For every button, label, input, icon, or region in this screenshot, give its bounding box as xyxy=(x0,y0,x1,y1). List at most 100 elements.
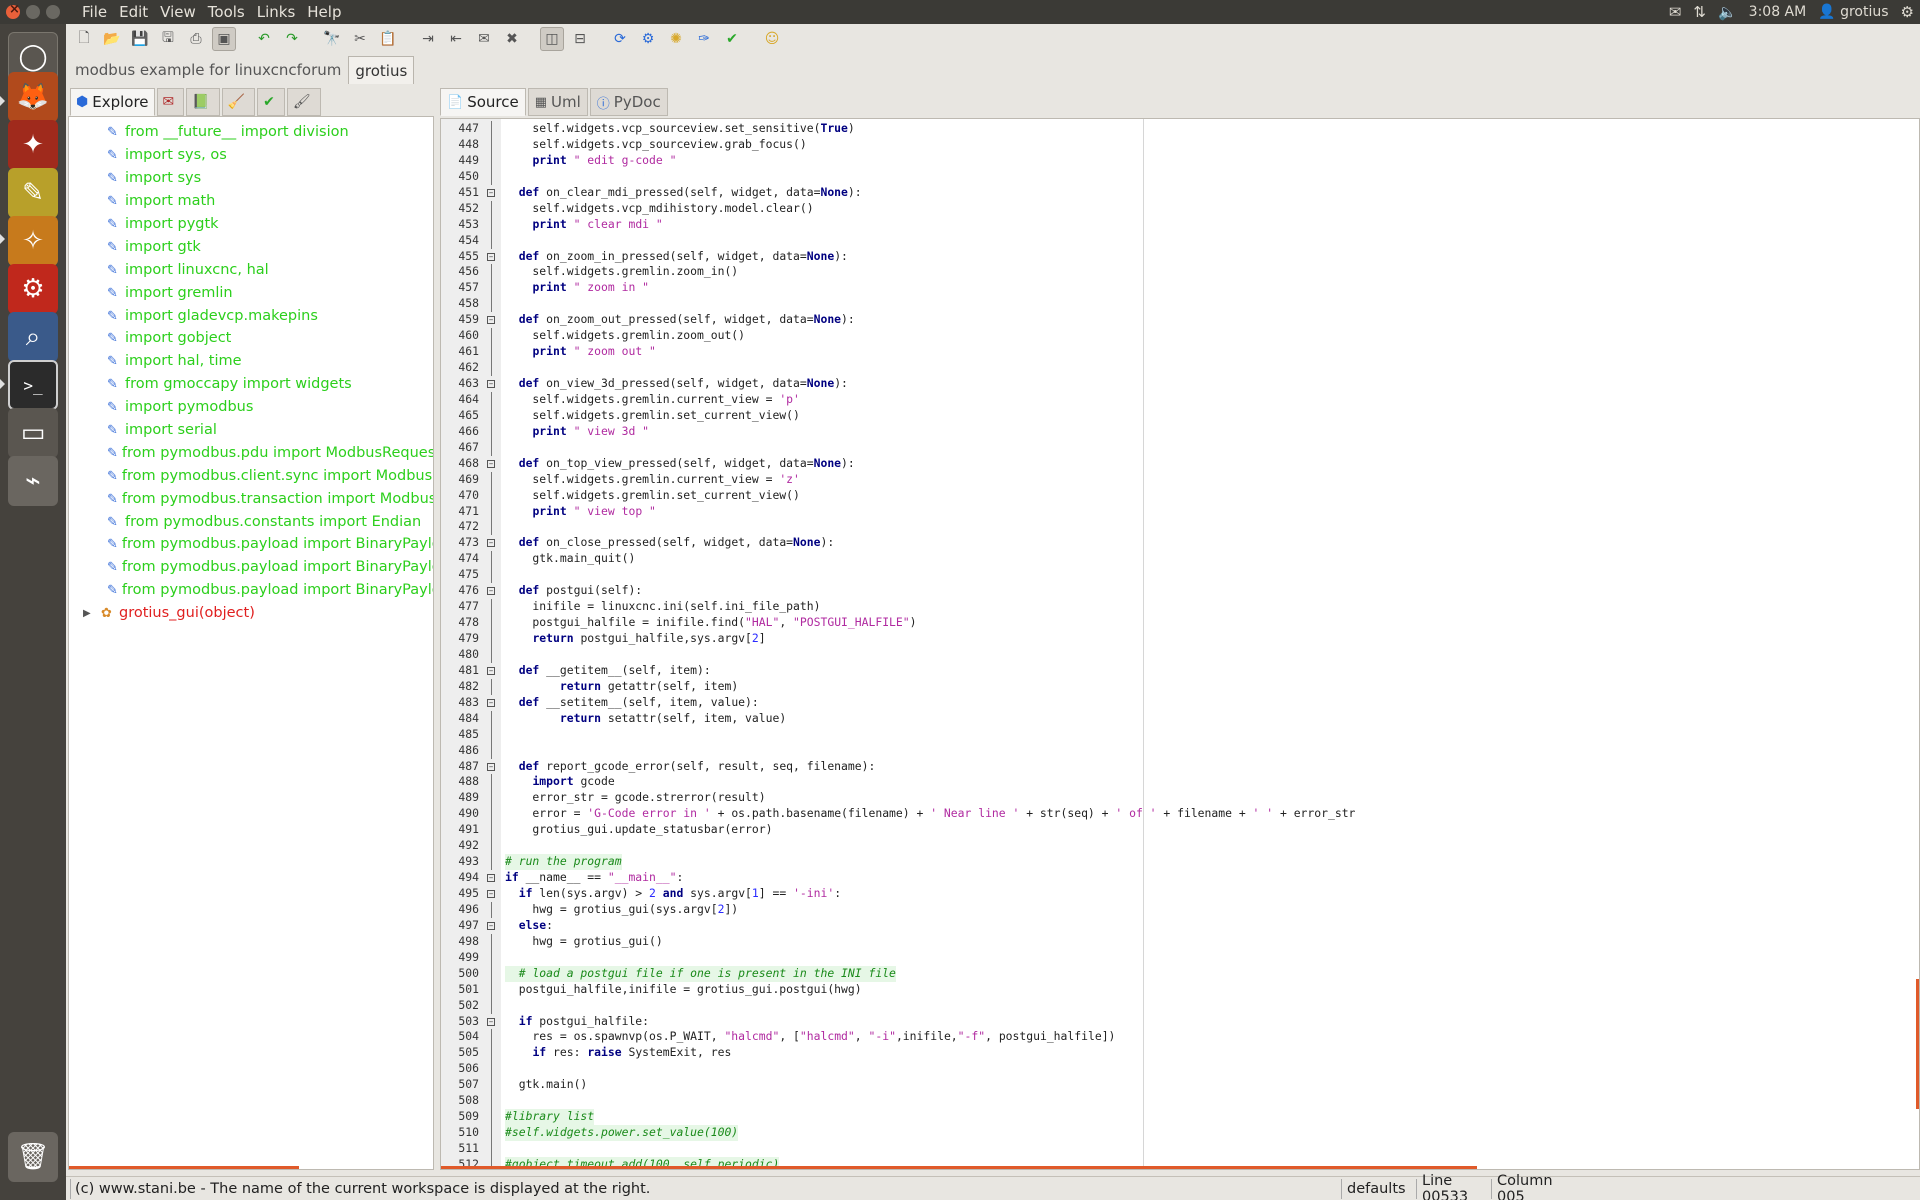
tree-item-class[interactable]: ▶ ✿ grotius_gui(object) xyxy=(69,602,433,625)
code-line[interactable]: 456 self.widgets.gremlin.zoom_in() xyxy=(441,264,1919,281)
tab-uml[interactable]: ▦ Uml xyxy=(527,88,588,116)
app-icon-5[interactable]: ⚙ xyxy=(8,264,58,314)
workspace-tab-modbus[interactable]: modbus example for linuxcncforum xyxy=(68,56,348,84)
tree-item-import[interactable]: ✎ from pymodbus.payload import BinaryPayl… xyxy=(69,579,433,602)
tree-item-import[interactable]: ✎ from pymodbus.payload import BinaryPayl… xyxy=(69,556,433,579)
fold-toggle-icon[interactable]: − xyxy=(487,762,495,771)
code-line[interactable]: 503− if postgui_halfile: xyxy=(441,1014,1919,1030)
expand-arrow-icon[interactable]: ▶ xyxy=(83,608,101,619)
code-line[interactable]: 504 res = os.spawnvp(os.P_WAIT, "halcmd"… xyxy=(441,1029,1919,1046)
tree-item-import[interactable]: ✎ import pymodbus xyxy=(69,396,433,419)
code-line[interactable]: 506 xyxy=(441,1061,1919,1078)
code-line[interactable]: 474 gtk.main_quit() xyxy=(441,551,1919,568)
tree-item-import[interactable]: ✎ from gmoccapy import widgets xyxy=(69,373,433,396)
code-line[interactable]: 461 print " zoom out " xyxy=(441,344,1919,361)
tab-notes[interactable]: ✉ xyxy=(156,88,185,116)
check-source-icon[interactable]: 📋 xyxy=(376,27,400,51)
network-icon[interactable]: ⇅ xyxy=(1693,3,1706,21)
menu-file[interactable]: File xyxy=(76,3,113,21)
print-icon[interactable]: ⎙ xyxy=(184,27,208,51)
code-line[interactable]: 511 xyxy=(441,1141,1919,1157)
code-line[interactable]: 497− else: xyxy=(441,918,1919,934)
code-line[interactable]: 499 xyxy=(441,949,1919,966)
uncomment-icon[interactable]: ✖ xyxy=(500,27,524,51)
fold-toggle-icon[interactable]: − xyxy=(487,921,495,930)
code-line[interactable]: 449 print " edit g-code " xyxy=(441,152,1919,169)
code-line[interactable]: 482 return getattr(self, item) xyxy=(441,678,1919,695)
run-icon[interactable]: ⚙ xyxy=(636,27,660,51)
code-line[interactable]: 464 self.widgets.gremlin.current_view = … xyxy=(441,391,1919,408)
code-line[interactable]: 486 xyxy=(441,742,1919,759)
app-icon-8[interactable]: ▭ xyxy=(8,408,58,458)
fold-toggle-icon[interactable]: − xyxy=(487,1017,495,1026)
tree-item-import[interactable]: ✎ import gtk xyxy=(69,235,433,258)
horizontal-scrollbar[interactable] xyxy=(69,1166,299,1169)
code-line[interactable]: 492 xyxy=(441,838,1919,855)
code-line[interactable]: 469 self.widgets.gremlin.current_view = … xyxy=(441,471,1919,488)
usb-icon[interactable]: ⌁ xyxy=(8,456,58,506)
window-close-button[interactable] xyxy=(6,2,20,19)
tree-item-import[interactable]: ✎ import serial xyxy=(69,419,433,442)
workspace-tab-grotius[interactable]: grotius xyxy=(348,56,415,84)
trash-icon[interactable]: 🗑 xyxy=(8,1132,58,1182)
code-line[interactable]: 462 xyxy=(441,360,1919,376)
code-line[interactable]: 478 postgui_halfile = inifile.find("HAL"… xyxy=(441,615,1919,631)
redo-icon[interactable]: ↷ xyxy=(280,27,304,51)
tab-index[interactable]: 📗 xyxy=(186,88,220,116)
tree-item-import[interactable]: ✎ import hal, time xyxy=(69,350,433,373)
tree-item-import[interactable]: ✎ import linuxcnc, hal xyxy=(69,258,433,281)
tab-source[interactable]: 📄 Source xyxy=(440,88,526,116)
code-line[interactable]: 448 self.widgets.vcp_sourceview.grab_foc… xyxy=(441,136,1919,153)
tree-item-import[interactable]: ✎ from pymodbus.payload import BinaryPayl… xyxy=(69,533,433,556)
code-line[interactable]: 480 xyxy=(441,646,1919,663)
code-editor[interactable]: 447 self.widgets.vcp_sourceview.set_sens… xyxy=(440,118,1920,1170)
tab-todo[interactable]: 🧹 xyxy=(221,88,256,116)
code-line[interactable]: 479 return postgui_halfile,sys.argv[2] xyxy=(441,631,1919,647)
fold-toggle-icon[interactable]: − xyxy=(487,539,495,548)
find-icon[interactable]: 🔭 xyxy=(320,27,344,51)
code-line[interactable]: 452 self.widgets.vcp_mdihistory.model.cl… xyxy=(441,200,1919,217)
fold-toggle-icon[interactable]: − xyxy=(487,252,495,261)
code-line[interactable]: 493 # run the program xyxy=(441,854,1919,871)
app-icon-4[interactable]: ✧ xyxy=(8,216,58,266)
code-line[interactable]: 484 return setattr(self, item, value) xyxy=(441,710,1919,727)
code-line[interactable]: 475 xyxy=(441,567,1919,584)
menu-edit[interactable]: Edit xyxy=(113,3,154,21)
mail-icon[interactable]: ✉ xyxy=(1669,3,1682,21)
code-line[interactable]: 465 self.widgets.gremlin.set_current_vie… xyxy=(441,407,1919,424)
window-minimize-button[interactable] xyxy=(26,5,40,19)
code-line[interactable]: 483− def __setitem__(self, item, value): xyxy=(441,695,1919,711)
new-file-icon[interactable]: 🗋 xyxy=(72,27,96,51)
import-icon[interactable]: ✑ xyxy=(692,27,716,51)
tree-item-import[interactable]: ✎ import gobject xyxy=(69,327,433,350)
tab-pydoc[interactable]: ⓘ PyDoc xyxy=(589,88,668,116)
text-editor-icon[interactable]: ✎ xyxy=(8,168,58,218)
menu-tools[interactable]: Tools xyxy=(202,3,251,21)
vertical-scrollbar[interactable] xyxy=(1916,979,1919,1109)
dedent-icon[interactable]: ⇤ xyxy=(444,27,468,51)
undo-icon[interactable]: ↶ xyxy=(252,27,276,51)
code-line[interactable]: 507 gtk.main() xyxy=(441,1077,1919,1094)
tree-item-import[interactable]: ✎ import gremlin xyxy=(69,281,433,304)
smiley-icon[interactable]: ☺ xyxy=(760,27,784,51)
code-line[interactable]: 447 self.widgets.vcp_sourceview.set_sens… xyxy=(441,121,1919,137)
code-line[interactable]: 490 error = 'G-Code error in ' + os.path… xyxy=(441,806,1919,823)
code-line[interactable]: 453 print " clear mdi " xyxy=(441,216,1919,233)
tree-item-import[interactable]: ✎ from __future__ import division xyxy=(69,121,433,144)
tree-item-import[interactable]: ✎ import sys xyxy=(69,167,433,190)
code-line[interactable]: 510 #self.widgets.power.set_value(100) xyxy=(441,1125,1919,1142)
code-line[interactable]: 470 self.widgets.gremlin.set_current_vie… xyxy=(441,487,1919,504)
app-icon-2[interactable]: ✦ xyxy=(8,120,58,170)
fold-toggle-icon[interactable]: − xyxy=(487,587,495,596)
fold-toggle-icon[interactable]: − xyxy=(487,380,495,388)
split-horizontal-icon[interactable]: ⊟ xyxy=(568,27,592,51)
fold-toggle-icon[interactable]: − xyxy=(487,890,495,898)
code-line[interactable]: 496 hwg = grotius_gui(sys.argv[2]) xyxy=(441,901,1919,918)
menu-links[interactable]: Links xyxy=(251,3,302,21)
split-vertical-icon[interactable]: ◫ xyxy=(540,27,564,51)
code-line[interactable]: 458 xyxy=(441,296,1919,313)
code-line[interactable]: 489 error_str = gcode.strerror(result) xyxy=(441,790,1919,807)
tab-check[interactable]: ✔ xyxy=(257,88,285,116)
save-all-icon[interactable]: 🖫 xyxy=(156,27,180,51)
code-line[interactable]: 508 xyxy=(441,1093,1919,1110)
